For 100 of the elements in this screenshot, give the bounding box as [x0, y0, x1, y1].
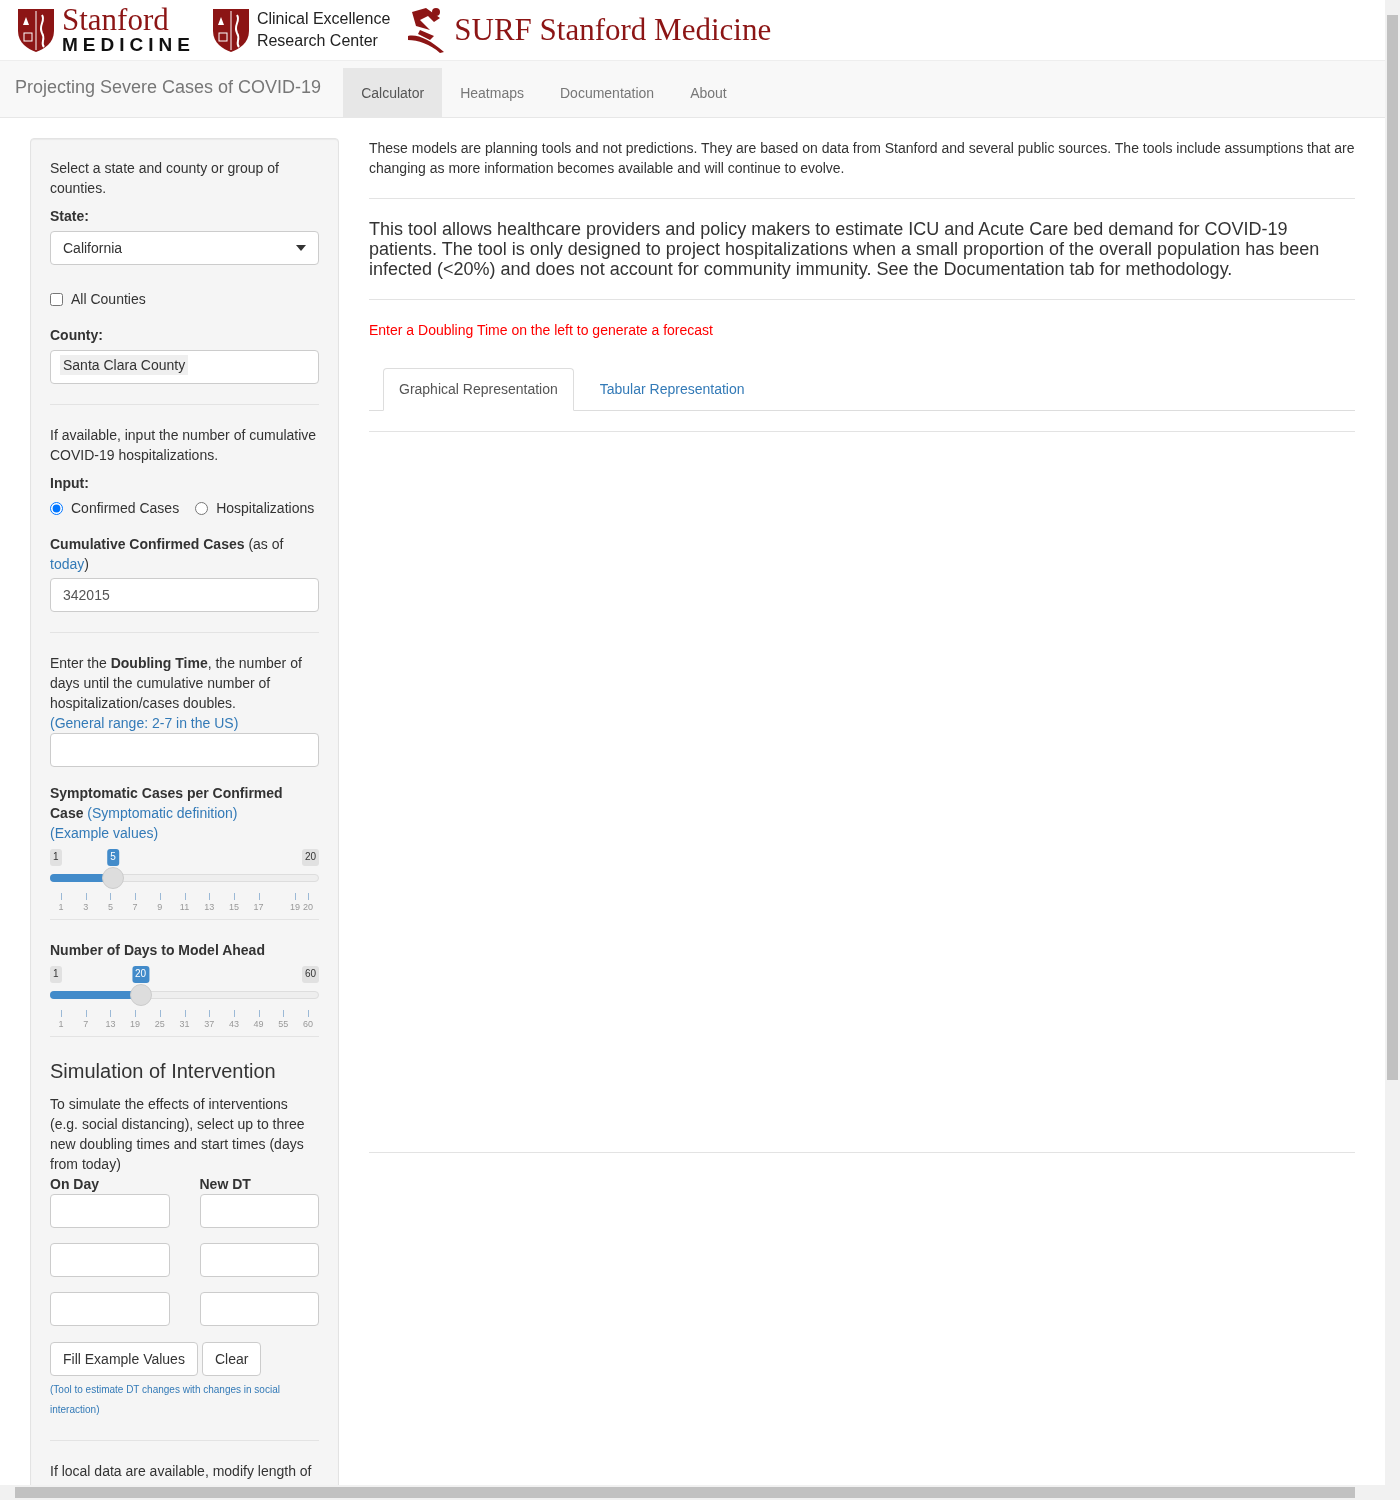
tick-label: 1: [58, 1018, 64, 1032]
tick-mark: [294, 893, 296, 901]
checkbox[interactable]: [50, 292, 63, 306]
definition-link[interactable]: (Example values): [50, 825, 159, 842]
tick-label: 55: [278, 1018, 289, 1032]
logo-text: Clinical Excellence: [256, 9, 391, 29]
instruction-text: If local data are available, modify length of: [50, 1462, 313, 1481]
column-label: On Day: [50, 1174, 100, 1194]
tick-label: 17: [253, 901, 264, 915]
logo-text: Research Center: [256, 31, 379, 51]
tick-mark: [135, 893, 137, 901]
slider-track[interactable]: [50, 867, 319, 890]
tool-link[interactable]: (Tool to estimate DT changes with changes in social interaction): [50, 1380, 319, 1420]
day-input[interactable]: [50, 1242, 170, 1277]
tick-mark: [308, 1010, 309, 1018]
tick-mark: [184, 893, 186, 901]
tick-label: 1: [58, 901, 64, 915]
tick-label: 20: [303, 901, 313, 915]
tick-label: 13: [204, 901, 215, 915]
tick-mark: [258, 893, 260, 901]
field-label: Cumulative Confirmed Cases (as of today): [50, 535, 285, 575]
range-link[interactable]: (General range: 2-7 in the US): [50, 713, 319, 734]
tick-label: 5: [107, 901, 113, 915]
tick-label: 9: [157, 901, 163, 915]
tick-label: 15: [228, 901, 239, 915]
shield-logo-icon: [16, 7, 56, 53]
content-tab[interactable]: Tabular Representation: [583, 368, 761, 411]
field-label: State:: [50, 207, 90, 227]
intro-text: Select a state and county or group of counties.: [50, 159, 280, 198]
caret-icon: [296, 245, 306, 252]
nav-tab[interactable]: Documentation: [542, 68, 673, 118]
instruction-text: To simulate the effects of interventions (e.g. social distancing), select up to three new doubling times and start times (days from today): [50, 1094, 306, 1174]
doubling-time-input[interactable]: [199, 1193, 319, 1228]
tick-mark: [283, 1010, 285, 1018]
checkbox-label: All Counties: [71, 290, 146, 310]
definition-link[interactable]: (Symptomatic definition): [87, 805, 238, 822]
tick-label: 31: [179, 1018, 190, 1032]
tick-mark: [209, 1010, 211, 1018]
doubling-time-input[interactable]: [50, 733, 319, 768]
horizontal-scrollbar[interactable]: [0, 1485, 1385, 1500]
tick-label: 43: [228, 1018, 239, 1032]
warning-text: Enter a Doubling Time on the left to generate a forecast: [369, 321, 714, 341]
cases-input[interactable]: 342015: [50, 578, 319, 613]
tick-mark: [159, 893, 161, 901]
slider-value: 5: [107, 849, 119, 866]
tick-label: 49: [253, 1018, 264, 1032]
radio-label: Confirmed Cases: [71, 499, 180, 519]
slider-label: Number of Days to Model Ahead: [50, 941, 266, 961]
slider-min: 1: [50, 966, 62, 983]
field-label: County:: [50, 326, 104, 346]
tick-mark: [135, 1010, 137, 1018]
logo-text: SURF Stanford Medicine: [454, 10, 772, 49]
instruction-text: Enter the Doubling Time, the number of days until the cumulative number of hospitalization/cases doubles.: [50, 654, 303, 714]
slider-max: 20: [301, 849, 319, 866]
tick-mark: [85, 1010, 87, 1018]
radio-button[interactable]: [195, 501, 209, 515]
action-button[interactable]: Clear: [201, 1341, 262, 1376]
disclaimer-text: These models are planning tools and not predictions. They are based on data from Stanford and several public sources. The tools include assumptions that are changing as more information becomes available and will continue to evolve.: [369, 139, 1355, 178]
radio-label: Hospitalizations: [216, 499, 315, 519]
action-button[interactable]: Fill Example Values: [50, 1341, 198, 1376]
slider-track[interactable]: [50, 984, 319, 1007]
doubling-time-input[interactable]: [199, 1242, 319, 1277]
tick-mark: [61, 893, 62, 901]
slider-value: 20: [131, 966, 150, 983]
day-input[interactable]: [50, 1193, 170, 1228]
vertical-scrollbar[interactable]: [1385, 0, 1400, 1500]
slider-label: Symptomatic Cases per Confirmed Case (Symptomatic definition) (Example values): [50, 784, 284, 844]
tick-label: 7: [132, 901, 138, 915]
intro-text: If available, input the number of cumulative COVID-19 hospitalizations.: [50, 426, 318, 466]
tick-mark: [258, 1010, 260, 1018]
selected-county-tag: Santa Clara County: [60, 355, 189, 376]
tick-mark: [209, 893, 211, 901]
field-label: Input:: [50, 474, 90, 494]
tick-mark: [233, 893, 235, 901]
tick-label: 11: [179, 901, 190, 915]
doubling-time-input[interactable]: [199, 1291, 319, 1326]
day-input[interactable]: [50, 1291, 170, 1326]
tick-mark: [110, 1010, 112, 1018]
slider-handle[interactable]: [129, 984, 152, 1007]
tick-label: 37: [204, 1018, 215, 1032]
logo-text: Stanford: [62, 5, 170, 35]
nav-tab[interactable]: About: [672, 68, 745, 118]
tick-label: 60: [303, 1018, 313, 1032]
slider-min: 1: [50, 849, 62, 866]
content-tab[interactable]: Graphical Representation: [383, 368, 574, 412]
section-title: Simulation of Intervention: [50, 1059, 277, 1085]
tick-label: 19: [130, 1018, 141, 1032]
radio-button[interactable]: [50, 501, 63, 515]
tick-label: 25: [154, 1018, 165, 1032]
state-select[interactable]: California: [50, 231, 319, 266]
today-link[interactable]: today: [50, 556, 85, 573]
tick-mark: [159, 1010, 161, 1018]
tick-label: 19: [289, 901, 300, 915]
nav-tab[interactable]: Calculator: [343, 68, 443, 118]
slider-max: 60: [301, 966, 319, 983]
county-select[interactable]: Santa Clara County: [50, 350, 319, 385]
nav-tab[interactable]: Heatmaps: [442, 68, 542, 118]
tick-mark: [233, 1010, 235, 1018]
slider-handle[interactable]: [102, 867, 124, 890]
column-label: New DT: [199, 1174, 252, 1194]
